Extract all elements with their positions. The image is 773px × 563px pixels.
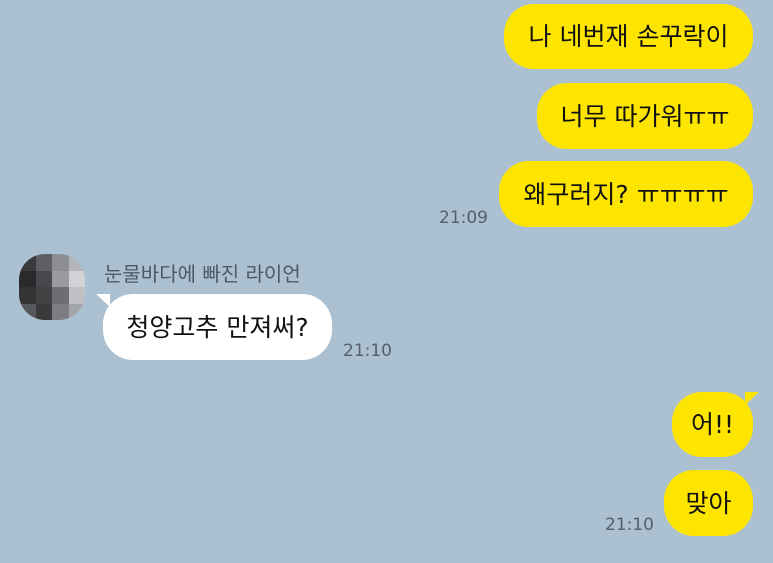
bubble-tail [96,294,110,307]
message-timestamp: 21:10 [343,341,392,361]
profile-avatar[interactable] [19,254,85,320]
message-text: 왜구러지? ㅠㅠㅠㅠ [523,179,729,209]
message-text: 너무 따가워ㅠㅠ [560,101,730,131]
message-text: 맞아 [685,488,732,518]
message-bubble-outgoing[interactable]: 어!! [672,392,753,457]
message-text: 어!! [690,410,735,439]
message-bubble-outgoing[interactable]: 너무 따가워ㅠㅠ [537,83,753,149]
message-bubble-outgoing[interactable]: 왜구러지? ㅠㅠㅠㅠ [499,161,753,227]
sender-name: 눈물바다에 빠진 라이언 [104,262,301,286]
message-timestamp: 21:09 [439,208,488,228]
message-bubble-incoming[interactable]: 청양고추 만져써? [103,294,332,360]
message-text: 청양고추 만져써? [126,312,309,342]
chat-room: 나 네번재 손꾸락이 너무 따가워ㅠㅠ 왜구러지? ㅠㅠㅠㅠ 21:09 눈물바… [0,0,773,563]
message-bubble-outgoing[interactable]: 맞아 [664,470,753,536]
message-timestamp: 21:10 [605,515,654,535]
message-bubble-outgoing[interactable]: 나 네번재 손꾸락이 [504,4,753,69]
message-text: 나 네번재 손꾸락이 [528,22,729,51]
bubble-tail [745,392,759,405]
